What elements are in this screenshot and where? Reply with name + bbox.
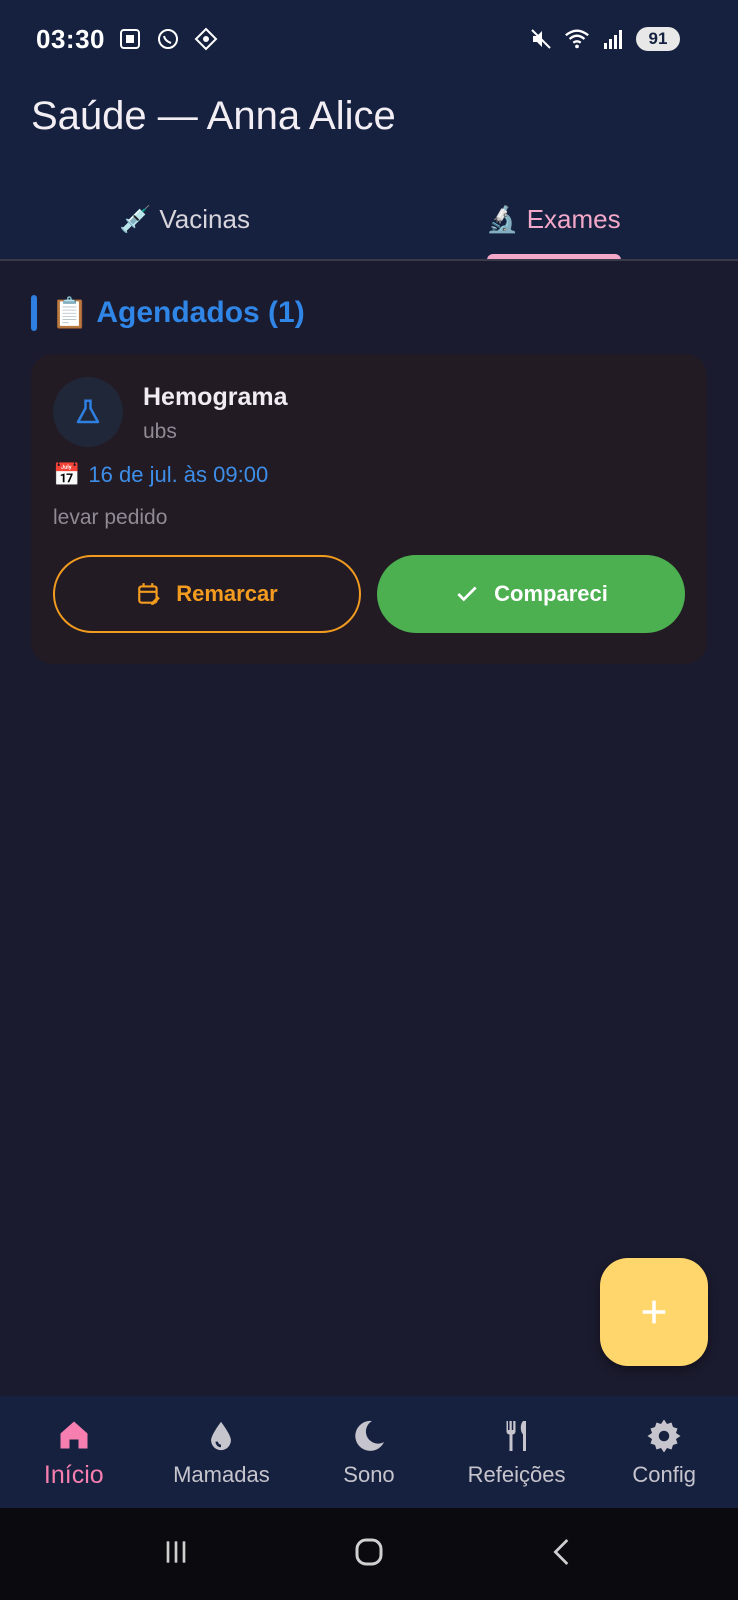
app-header: Saúde — Anna Alice 💉 Vacinas 🔬 Exames (0, 78, 738, 260)
flask-icon (76, 399, 100, 424)
fork-knife-icon (497, 1416, 537, 1456)
page-title: Saúde — Anna Alice (31, 94, 396, 138)
tab-label: Vacinas (159, 203, 250, 234)
drop-icon (201, 1416, 241, 1456)
nav-item-config[interactable]: Config (590, 1396, 738, 1508)
section-accent-bar (31, 295, 37, 331)
signal-icon (600, 26, 626, 52)
exam-card: Hemograma ubs 📅 16 de jul. às 09:00 leva… (31, 354, 707, 664)
gear-icon (644, 1416, 684, 1456)
bottom-nav: Início Mamadas Sono Refeições Config (0, 1396, 738, 1508)
screenshot-icon (117, 26, 143, 52)
calendar-icon: 📅 (53, 462, 81, 487)
wifi-icon (564, 26, 590, 52)
nav-item-mamadas[interactable]: Mamadas (148, 1396, 296, 1508)
attended-button[interactable]: Compareci (377, 555, 685, 633)
clipboard-icon: 📋 (51, 296, 89, 330)
home-icon (54, 1415, 94, 1455)
tab-bar: 💉 Vacinas 🔬 Exames (0, 178, 738, 260)
recent-apps-icon[interactable] (160, 1536, 192, 1573)
exam-date-text: 16 de jul. às 09:00 (88, 462, 269, 487)
section-title: 📋 Agendados (1) (51, 296, 305, 331)
nav-label: Config (632, 1462, 696, 1487)
section-title-text: Agendados (1) (96, 296, 305, 329)
status-bar: 03:30 91 (0, 0, 738, 78)
tab-divider (0, 259, 738, 261)
tab-vacinas[interactable]: 💉 Vacinas (0, 178, 369, 260)
exam-location: ubs (143, 420, 177, 443)
moon-icon (349, 1416, 389, 1456)
nav-label: Início (43, 1460, 104, 1489)
nav-label: Mamadas (173, 1462, 270, 1487)
mute-icon (528, 26, 554, 52)
reschedule-label: Remarcar (176, 581, 278, 606)
plus-icon (642, 1300, 666, 1324)
status-left: 03:30 (36, 24, 219, 55)
exam-date: 📅 16 de jul. às 09:00 (53, 462, 268, 488)
battery-indicator: 91 (636, 27, 680, 51)
whatsapp-icon (155, 26, 181, 52)
microscope-icon: 🔬 (486, 203, 519, 234)
tab-label: Exames (526, 203, 621, 234)
section-header: 📋 Agendados (1) (31, 295, 305, 331)
calendar-edit-icon (138, 583, 161, 605)
home-nav-icon[interactable] (351, 1534, 387, 1575)
nav-label: Refeições (467, 1462, 566, 1487)
nav-item-sono[interactable]: Sono (295, 1396, 443, 1508)
nav-item-inicio[interactable]: Início (0, 1396, 148, 1508)
exam-title: Hemograma (143, 383, 288, 411)
back-icon[interactable] (546, 1536, 578, 1573)
reschedule-button[interactable]: Remarcar (53, 555, 361, 633)
nav-label: Sono (343, 1462, 395, 1487)
system-nav-bar (0, 1508, 738, 1600)
check-icon (457, 586, 477, 602)
status-right: 91 (528, 26, 680, 52)
tab-exames[interactable]: 🔬 Exames (369, 178, 738, 260)
exam-avatar (53, 377, 123, 447)
attended-label: Compareci (494, 581, 608, 606)
exam-note: levar pedido (53, 506, 168, 529)
nav-item-refeicoes[interactable]: Refeições (443, 1396, 591, 1508)
syringe-icon: 💉 (119, 203, 152, 234)
app-icon (193, 26, 219, 52)
status-time: 03:30 (36, 23, 105, 54)
add-fab-button[interactable] (600, 1258, 708, 1366)
